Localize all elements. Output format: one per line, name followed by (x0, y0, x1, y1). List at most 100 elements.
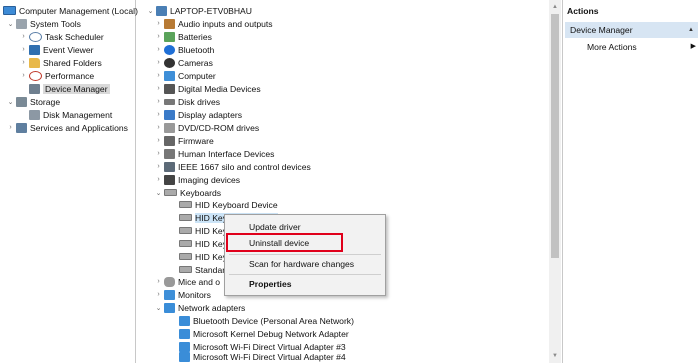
chevron-right-icon[interactable]: › (154, 137, 163, 144)
keyboard-device[interactable]: HID Key (178, 250, 227, 263)
computer-icon (3, 6, 16, 15)
category-label: Computer (178, 70, 216, 81)
tree-item-shared-folders[interactable]: › Shared Folders (19, 56, 102, 69)
category-mice[interactable]: › Mice and o (154, 275, 220, 288)
category-dvd[interactable]: › DVD/CD-ROM drives (154, 121, 259, 134)
vertical-scrollbar[interactable]: ▲ ▼ (549, 0, 561, 363)
chevron-right-icon[interactable]: › (154, 72, 163, 79)
scroll-up-arrow-icon[interactable]: ▲ (551, 2, 559, 12)
keyboard-icon (179, 253, 192, 260)
network-adapter[interactable]: Bluetooth Device (Personal Area Network) (178, 314, 354, 327)
chevron-right-icon[interactable]: › (19, 46, 28, 53)
device-tree: ⌄ LAPTOP-ETV0BHAU › Audio inputs and outp… (136, 0, 561, 363)
chevron-right-icon[interactable]: › (154, 98, 163, 105)
bluetooth-icon (164, 44, 175, 55)
device-label: Microsoft Kernel Debug Network Adapter (193, 328, 349, 339)
tree-item-system-tools[interactable]: ⌄ System Tools (6, 17, 81, 30)
category-hid[interactable]: › Human Interface Devices (154, 147, 274, 160)
category-imaging[interactable]: › Imaging devices (154, 173, 240, 186)
tree-item-computer-management[interactable]: Computer Management (Local) (2, 4, 138, 17)
category-computer[interactable]: › Computer (154, 69, 216, 82)
chevron-right-icon[interactable]: › (19, 72, 28, 79)
chevron-right-icon[interactable]: › (19, 33, 28, 40)
menu-item-scan-hardware[interactable]: Scan for hardware changes (233, 257, 381, 271)
media-device-icon (164, 83, 175, 94)
category-network[interactable]: ⌄ Network adapters (154, 301, 245, 314)
tree-item-task-scheduler[interactable]: › Task Scheduler (19, 30, 104, 43)
keyboard-device[interactable]: HID Keyboard Device (178, 198, 278, 211)
chevron-right-icon[interactable]: › (154, 176, 163, 183)
scroll-down-arrow-icon[interactable]: ▼ (551, 351, 559, 361)
category-label: Digital Media Devices (178, 83, 261, 94)
actions-device-manager[interactable]: Device Manager ▲ (565, 22, 698, 38)
speaker-icon (164, 18, 175, 29)
category-label: Audio inputs and outputs (178, 18, 273, 29)
device-tree-root[interactable]: ⌄ LAPTOP-ETV0BHAU (146, 4, 252, 17)
chevron-down-icon[interactable]: ⌄ (146, 7, 155, 15)
category-batteries[interactable]: › Batteries (154, 30, 212, 43)
category-monitors[interactable]: › Monitors (154, 288, 211, 301)
keyboard-icon (179, 227, 192, 234)
tree-label: Computer Management (Local) (19, 5, 138, 16)
category-label: Bluetooth (178, 44, 215, 55)
chevron-right-icon[interactable]: › (154, 20, 163, 27)
network-adapter[interactable]: Microsoft Kernel Debug Network Adapter (178, 327, 349, 340)
chevron-right-icon[interactable]: › (154, 46, 163, 53)
category-bluetooth[interactable]: › Bluetooth (154, 43, 214, 56)
chevron-right-icon[interactable]: › (19, 59, 28, 66)
tree-label: Performance (45, 70, 95, 81)
chevron-down-icon[interactable]: ⌄ (154, 189, 163, 197)
display-adapter-icon (164, 109, 175, 120)
device-label: HID Key (195, 225, 227, 236)
keyboard-device[interactable]: HID Key (178, 237, 227, 250)
chevron-down-icon[interactable]: ⌄ (6, 98, 15, 106)
network-adapter-icon (179, 315, 190, 326)
clock-icon (29, 31, 42, 42)
category-display-adapters[interactable]: › Display adapters (154, 108, 242, 121)
menu-item-update-driver[interactable]: Update driver (233, 220, 381, 234)
chevron-right-icon[interactable]: › (154, 85, 163, 92)
arrow-right-icon: ▶ (690, 43, 696, 50)
chevron-down-icon[interactable]: ⌄ (154, 304, 163, 312)
tree-item-storage[interactable]: ⌄ Storage (6, 95, 60, 108)
tree-item-disk-management[interactable]: Disk Management (28, 108, 112, 121)
performance-icon (29, 70, 42, 81)
chevron-right-icon[interactable]: › (154, 278, 163, 285)
category-audio[interactable]: › Audio inputs and outputs (154, 17, 273, 30)
category-cameras[interactable]: › Cameras (154, 56, 213, 69)
highlight-box (226, 233, 343, 252)
menu-item-properties[interactable]: Properties (233, 277, 381, 291)
category-ieee[interactable]: › IEEE 1667 silo and control devices (154, 160, 311, 173)
imaging-device-icon (164, 174, 175, 185)
chevron-right-icon[interactable]: › (154, 59, 163, 66)
collapse-up-icon[interactable]: ▲ (688, 22, 694, 38)
tree-label: Storage (30, 96, 61, 107)
chevron-right-icon[interactable]: › (154, 124, 163, 131)
chevron-right-icon[interactable]: › (154, 291, 163, 298)
chevron-right-icon[interactable]: › (154, 150, 163, 157)
chevron-right-icon[interactable]: › (154, 163, 163, 170)
tree-item-event-viewer[interactable]: › Event Viewer (19, 43, 93, 56)
event-viewer-icon (29, 44, 40, 55)
tree-label: Device Manager (43, 83, 110, 94)
tree-label: Shared Folders (43, 57, 102, 68)
network-adapter[interactable]: Microsoft Wi-Fi Direct Virtual Adapter #… (178, 350, 346, 363)
chevron-right-icon[interactable]: › (154, 33, 163, 40)
chevron-right-icon[interactable]: › (154, 111, 163, 118)
category-disk-drives[interactable]: › Disk drives (154, 95, 220, 108)
category-label: Firmware (178, 135, 214, 146)
tree-item-performance[interactable]: › Performance (19, 69, 94, 82)
scrollbar-thumb[interactable] (551, 14, 559, 258)
firmware-icon (164, 135, 175, 146)
more-actions[interactable]: More Actions ▶ (587, 40, 696, 54)
tree-item-device-manager[interactable]: Device Manager (28, 82, 110, 95)
category-digital-media[interactable]: › Digital Media Devices (154, 82, 261, 95)
keyboard-device[interactable]: HID Key (178, 224, 227, 237)
category-label: DVD/CD-ROM drives (178, 122, 260, 133)
tree-item-services[interactable]: › Services and Applications (6, 121, 128, 134)
category-label: Keyboards (180, 187, 222, 198)
category-label: Imaging devices (178, 174, 241, 185)
chevron-down-icon[interactable]: ⌄ (6, 20, 15, 28)
chevron-right-icon[interactable]: › (6, 124, 15, 131)
category-firmware[interactable]: › Firmware (154, 134, 214, 147)
